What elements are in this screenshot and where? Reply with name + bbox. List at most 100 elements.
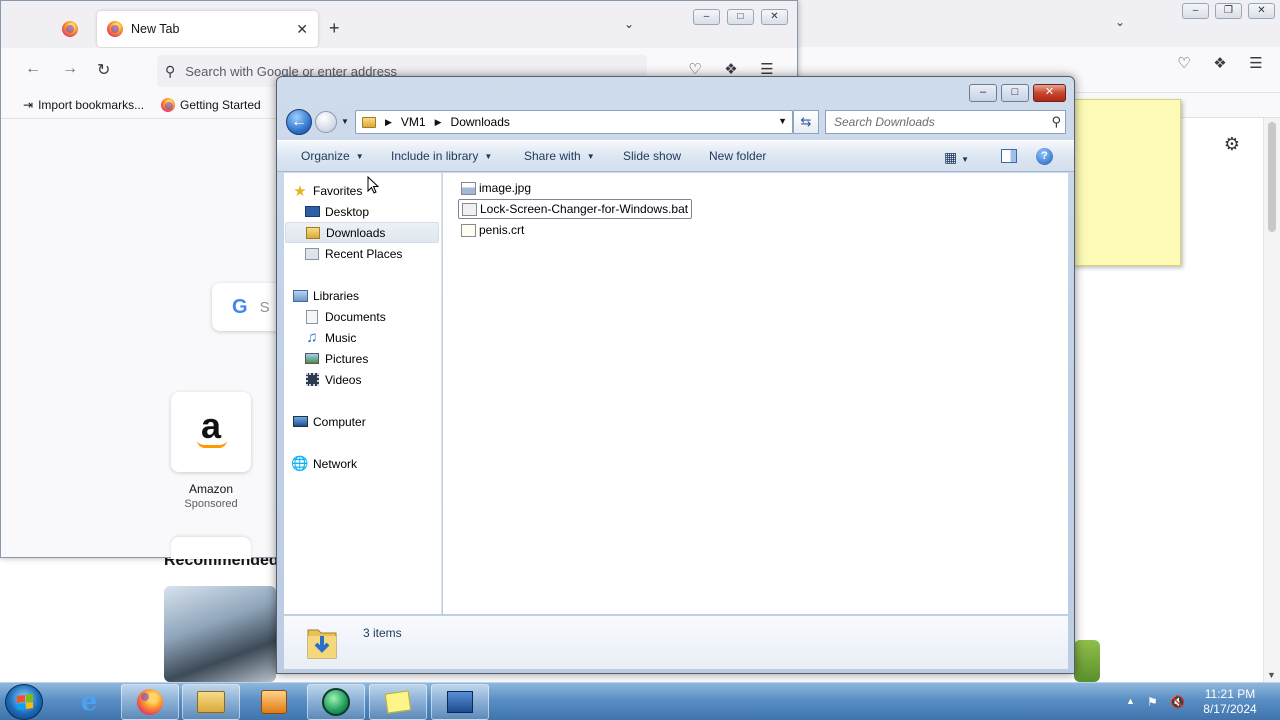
refresh-button[interactable]: ⇆: [793, 110, 819, 134]
system-clock[interactable]: 11:21 PM 8/17/2024: [1192, 687, 1268, 717]
nav-item-computer[interactable]: Computer: [292, 411, 439, 432]
search-box-placeholder: S: [259, 298, 270, 316]
file-item[interactable]: image.jpg: [458, 178, 534, 198]
search-icon[interactable]: ⚲: [1051, 114, 1061, 130]
nav-item-pictures[interactable]: Pictures: [304, 348, 439, 369]
recommended-card-image[interactable]: [1074, 640, 1100, 682]
desktop-icon: [304, 205, 320, 219]
minimize-button[interactable]: –: [693, 9, 720, 25]
back-button[interactable]: ←: [286, 109, 312, 135]
organize-button[interactable]: Organize ▼: [301, 149, 364, 163]
bg-scrollbar[interactable]: ▼: [1263, 118, 1280, 682]
taskbar: e ▲ ⚑ 🔇 11:21 PM 8/17/2024: [0, 682, 1280, 720]
maximize-button[interactable]: □: [1001, 84, 1029, 102]
shortcut-amazon[interactable]: a: [171, 392, 251, 472]
slide-show-button[interactable]: Slide show: [623, 149, 681, 163]
breadcrumb-separator-icon[interactable]: ▶: [385, 117, 392, 128]
bg-list-tabs-icon[interactable]: ⌄: [1110, 12, 1130, 32]
shortcut-sponsored-label: Sponsored: [184, 498, 238, 510]
taskbar-remote-desktop[interactable]: [431, 684, 489, 720]
bookmark-label: Import bookmarks...: [38, 98, 145, 112]
gear-icon[interactable]: ⚙: [1221, 133, 1243, 155]
bg-minimize-button[interactable]: –: [1182, 3, 1209, 19]
sticky-note[interactable]: [1072, 99, 1181, 266]
tab-title: New Tab: [131, 22, 180, 36]
command-bar: Organize ▼ Include in library ▼ Share with…: [277, 140, 1074, 172]
dropdown-arrow-icon: ▼: [484, 151, 493, 161]
nav-item-network[interactable]: 🌐 Network: [291, 453, 439, 474]
taskbar-windows-explorer[interactable]: [182, 684, 240, 720]
file-item[interactable]: Lock-Screen-Changer-for-Windows.bat: [458, 199, 693, 219]
certificate-file-icon: [461, 223, 476, 237]
search-input[interactable]: Search Downloads ⚲: [825, 110, 1066, 134]
maximize-button[interactable]: □: [727, 9, 754, 25]
command-label: Share with: [524, 149, 581, 163]
forward-arrow-icon[interactable]: →: [62, 60, 78, 78]
include-in-library-button[interactable]: Include in library ▼: [391, 149, 492, 163]
taskbar-internet-explorer[interactable]: e: [60, 684, 118, 720]
change-view-icon[interactable]: ▦ ▼: [944, 149, 969, 166]
taskbar-app-green[interactable]: [307, 684, 365, 720]
bg-menu-icon[interactable]: ☰: [1246, 54, 1266, 74]
breadcrumb-downloads[interactable]: Downloads: [451, 115, 510, 129]
file-item[interactable]: penis.crt: [458, 220, 527, 240]
taskbar-sticky-notes[interactable]: [369, 684, 427, 720]
start-button[interactable]: [5, 684, 43, 720]
preview-pane-icon[interactable]: [1001, 149, 1017, 163]
minimize-button[interactable]: –: [969, 84, 997, 102]
shortcut-tile[interactable]: [171, 537, 251, 559]
taskbar-media-player[interactable]: [245, 684, 303, 720]
close-button[interactable]: ✕: [1033, 84, 1066, 102]
nav-item-recent-places[interactable]: Recent Places: [304, 243, 439, 264]
dropdown-arrow-icon: ▼: [355, 151, 364, 161]
taskbar-firefox[interactable]: [121, 684, 179, 720]
close-button[interactable]: ✕: [761, 9, 788, 25]
pinned-tab[interactable]: [53, 11, 87, 47]
address-bar[interactable]: ▶ VM1 ▶ Downloads ▼: [355, 110, 793, 134]
search-icon: ⚲: [165, 62, 176, 79]
bg-restore-button[interactable]: ❐: [1215, 3, 1242, 19]
command-label: Organize: [301, 149, 350, 163]
nav-item-documents[interactable]: Documents: [304, 306, 439, 327]
new-folder-button[interactable]: New folder: [709, 149, 766, 163]
breadcrumb-separator-icon[interactable]: ▶: [435, 117, 442, 128]
volume-muted-icon[interactable]: 🔇: [1170, 695, 1185, 709]
nav-item-libraries[interactable]: Libraries: [292, 285, 439, 306]
downloads-folder-icon: [307, 629, 337, 659]
scroll-down-arrow-icon[interactable]: ▼: [1267, 670, 1276, 680]
videos-icon: [304, 373, 320, 387]
share-with-button[interactable]: Share with ▼: [524, 149, 595, 163]
address-dropdown-icon[interactable]: ▼: [778, 116, 787, 126]
bookmark-getting-started[interactable]: Getting Started: [161, 98, 261, 112]
back-arrow-icon[interactable]: ←: [25, 60, 41, 78]
breadcrumb-vm1[interactable]: VM1: [401, 115, 426, 129]
network-icon: 🌐: [291, 455, 309, 471]
action-center-flag-icon[interactable]: ⚑: [1147, 695, 1158, 709]
show-hidden-icons-icon[interactable]: ▲: [1126, 696, 1135, 706]
forward-button[interactable]: [315, 111, 337, 133]
list-all-tabs-chevron-icon[interactable]: ⌄: [624, 17, 634, 31]
nav-item-videos[interactable]: Videos: [304, 369, 439, 390]
bg-extensions-icon[interactable]: ❖: [1210, 54, 1230, 74]
recent-pages-dropdown-icon[interactable]: ▼: [341, 117, 349, 126]
tab-new-tab[interactable]: New Tab ✕: [97, 11, 318, 47]
nav-label: Network: [313, 456, 358, 471]
nav-item-desktop[interactable]: Desktop: [304, 201, 439, 222]
nav-label: Music: [325, 330, 357, 345]
reload-icon[interactable]: ↻: [97, 60, 110, 80]
bg-close-button[interactable]: ✕: [1248, 3, 1275, 19]
firefox-logo-icon: [62, 21, 78, 37]
nav-item-music[interactable]: ♫ Music: [304, 327, 439, 348]
recent-places-icon: [304, 247, 320, 261]
scrollbar-thumb[interactable]: [1268, 122, 1276, 232]
downloads-folder-icon: [305, 226, 321, 240]
new-tab-plus-icon[interactable]: +: [329, 18, 340, 39]
bg-pocket-icon[interactable]: ♡: [1174, 54, 1194, 74]
mouse-cursor-icon: [367, 176, 379, 194]
nav-item-downloads[interactable]: Downloads: [285, 222, 439, 243]
recommended-card-image[interactable]: [164, 586, 276, 682]
bookmark-import[interactable]: ⇥ Import bookmarks...: [23, 98, 144, 112]
pictures-icon: [304, 352, 320, 366]
help-icon[interactable]: ?: [1036, 148, 1053, 165]
close-icon[interactable]: ✕: [296, 21, 308, 38]
